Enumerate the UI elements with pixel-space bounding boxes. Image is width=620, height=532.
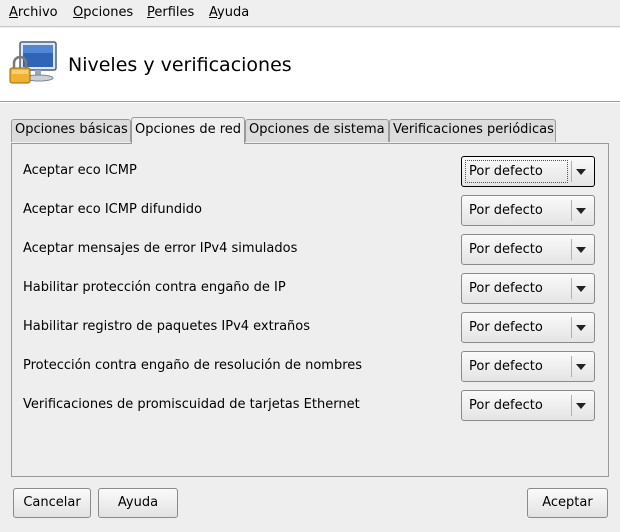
option-dropdown[interactable]: Por defecto [461, 195, 595, 226]
chevron-down-icon [576, 169, 586, 175]
option-label: Verificaciones de promiscuidad de tarjet… [23, 397, 360, 412]
page-title: Niveles y verificaciones [68, 54, 292, 76]
menu-archivo[interactable]: Archivo [9, 5, 58, 20]
accept-button[interactable]: Aceptar [527, 488, 608, 518]
menu-opciones[interactable]: Opciones [73, 5, 133, 20]
option-label: Aceptar eco ICMP difundido [23, 202, 202, 217]
dropdown-separator [571, 395, 572, 416]
header-divider [0, 102, 620, 103]
tab-opciones-basicas[interactable]: Opciones básicas [11, 119, 131, 142]
dropdown-value: Por defecto [469, 359, 543, 374]
help-button[interactable]: Ayuda [98, 488, 178, 518]
cancel-button[interactable]: Cancelar [13, 488, 91, 518]
option-label: Aceptar eco ICMP [23, 163, 137, 178]
menu-ayuda[interactable]: Ayuda [209, 5, 249, 20]
option-label: Protección contra engaño de resolución d… [23, 358, 363, 373]
chevron-down-icon [576, 208, 586, 214]
option-label: Habilitar registro de paquetes IPv4 extr… [23, 319, 311, 334]
header-banner: Niveles y verificaciones [0, 28, 620, 102]
dropdown-separator [571, 278, 572, 299]
option-label: Aceptar mensajes de error IPv4 simulados [23, 241, 298, 256]
chevron-down-icon [576, 286, 586, 292]
option-dropdown[interactable]: Por defecto [461, 390, 595, 421]
dropdown-value: Por defecto [469, 164, 543, 179]
dropdown-separator [571, 161, 572, 182]
dropdown-value: Por defecto [469, 203, 543, 218]
chevron-down-icon [576, 325, 586, 331]
tab-verificaciones-periodicas[interactable]: Verificaciones periódicas [389, 119, 556, 142]
menubar: Archivo Opciones Perfiles Ayuda [0, 0, 620, 27]
dropdown-separator [571, 200, 572, 221]
option-dropdown[interactable]: Por defecto [461, 312, 595, 343]
option-dropdown[interactable]: Por defecto [461, 156, 595, 187]
dropdown-value: Por defecto [469, 398, 543, 413]
monitor-lock-icon [9, 41, 57, 84]
chevron-down-icon [576, 247, 586, 253]
dropdown-separator [571, 239, 572, 260]
chevron-down-icon [576, 403, 586, 409]
dropdown-separator [571, 317, 572, 338]
dropdown-value: Por defecto [469, 320, 543, 335]
tab-opciones-de-red[interactable]: Opciones de red [131, 117, 245, 144]
chevron-down-icon [576, 364, 586, 370]
dropdown-value: Por defecto [469, 281, 543, 296]
dropdown-separator [571, 356, 572, 377]
option-dropdown[interactable]: Por defecto [461, 273, 595, 304]
dropdown-value: Por defecto [469, 242, 543, 257]
menu-perfiles[interactable]: Perfiles [147, 5, 194, 20]
option-label: Habilitar protección contra engaño de IP [23, 280, 286, 295]
tab-opciones-de-sistema[interactable]: Opciones de sistema [245, 119, 389, 142]
tab-panel [11, 143, 609, 477]
option-dropdown[interactable]: Por defecto [461, 234, 595, 265]
option-dropdown[interactable]: Por defecto [461, 351, 595, 382]
